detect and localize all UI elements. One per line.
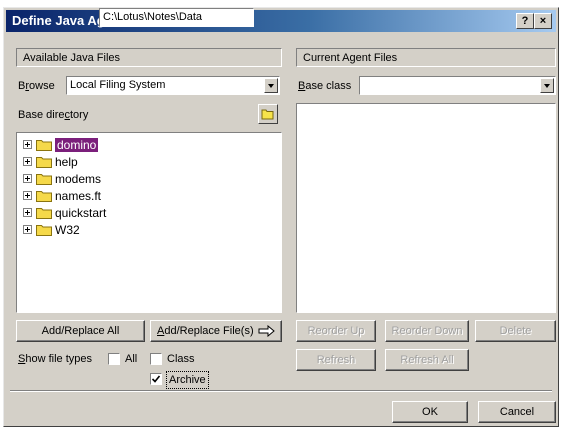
folder-icon bbox=[36, 140, 52, 151]
add-replace-files-label: Add/Replace File(s) bbox=[157, 325, 254, 337]
all-checkbox-label: All bbox=[125, 353, 138, 365]
add-replace-files-button[interactable]: Add/Replace File(s) bbox=[150, 320, 282, 342]
expand-icon[interactable] bbox=[23, 140, 32, 149]
base-class-label: Base class bbox=[298, 80, 352, 92]
archive-checkbox[interactable] bbox=[150, 373, 162, 385]
folder-icon bbox=[36, 191, 52, 202]
class-checkbox-label: Class bbox=[167, 353, 195, 365]
available-java-files-header: Available Java Files bbox=[16, 48, 282, 67]
expand-icon[interactable] bbox=[23, 157, 32, 166]
tree-item-label: domino bbox=[55, 138, 99, 152]
expand-icon[interactable] bbox=[23, 225, 32, 234]
define-java-agent-files-dialog: Define Java Agent Files ? × Available Ja… bbox=[3, 7, 559, 427]
show-file-types-label: Show file types bbox=[18, 353, 92, 365]
reorder-up-button[interactable]: Reorder Up bbox=[296, 320, 376, 342]
class-checkbox[interactable] bbox=[150, 353, 162, 365]
tree-item-label: W32 bbox=[55, 223, 80, 237]
tree-item-label: quickstart bbox=[55, 206, 107, 220]
browse-dropdown[interactable]: Local Filing System bbox=[66, 76, 280, 95]
base-directory-label: Base directory bbox=[18, 109, 89, 121]
chevron-down-icon[interactable] bbox=[540, 78, 554, 93]
add-replace-all-button[interactable]: Add/Replace All bbox=[16, 320, 145, 342]
browse-label: Browse bbox=[18, 80, 55, 92]
expand-icon[interactable] bbox=[23, 191, 32, 200]
tree-item-label: help bbox=[55, 155, 78, 169]
browse-value: Local Filing System bbox=[70, 79, 166, 91]
folder-icon bbox=[261, 109, 274, 120]
folder-icon bbox=[36, 174, 52, 185]
ok-button[interactable]: OK bbox=[392, 401, 468, 423]
tree-item-label: names.ft bbox=[55, 189, 102, 203]
help-button[interactable]: ? bbox=[516, 13, 534, 29]
current-agent-files-header: Current Agent Files bbox=[296, 48, 556, 67]
base-directory-field[interactable]: C:\Lotus\Notes\Data bbox=[99, 8, 254, 27]
close-button[interactable]: × bbox=[534, 13, 552, 29]
base-class-dropdown[interactable] bbox=[359, 76, 556, 95]
browse-folder-button[interactable] bbox=[258, 104, 278, 124]
arrow-right-icon bbox=[258, 325, 275, 337]
expand-icon[interactable] bbox=[23, 208, 32, 217]
folder-icon bbox=[36, 208, 52, 219]
reorder-down-button[interactable]: Reorder Down bbox=[385, 320, 469, 342]
tree-item-label: modems bbox=[55, 172, 102, 186]
expand-icon[interactable] bbox=[23, 174, 32, 183]
folder-icon bbox=[36, 157, 52, 168]
archive-checkbox-label: Archive bbox=[166, 371, 209, 389]
cancel-button[interactable]: Cancel bbox=[478, 401, 556, 423]
title-bar[interactable]: Define Java Agent Files ? × bbox=[6, 10, 556, 32]
refresh-button[interactable]: Refresh bbox=[296, 349, 376, 371]
chevron-down-icon[interactable] bbox=[264, 78, 278, 93]
refresh-all-button[interactable]: Refresh All bbox=[385, 349, 469, 371]
footer-separator bbox=[10, 390, 552, 392]
current-agent-files-list[interactable] bbox=[296, 103, 556, 313]
folder-icon bbox=[36, 225, 52, 236]
java-files-tree[interactable]: domino help modems names.ft quickstart W… bbox=[16, 132, 282, 313]
delete-button[interactable]: Delete bbox=[475, 320, 556, 342]
checkmark-icon bbox=[151, 375, 161, 383]
all-checkbox[interactable] bbox=[108, 353, 120, 365]
